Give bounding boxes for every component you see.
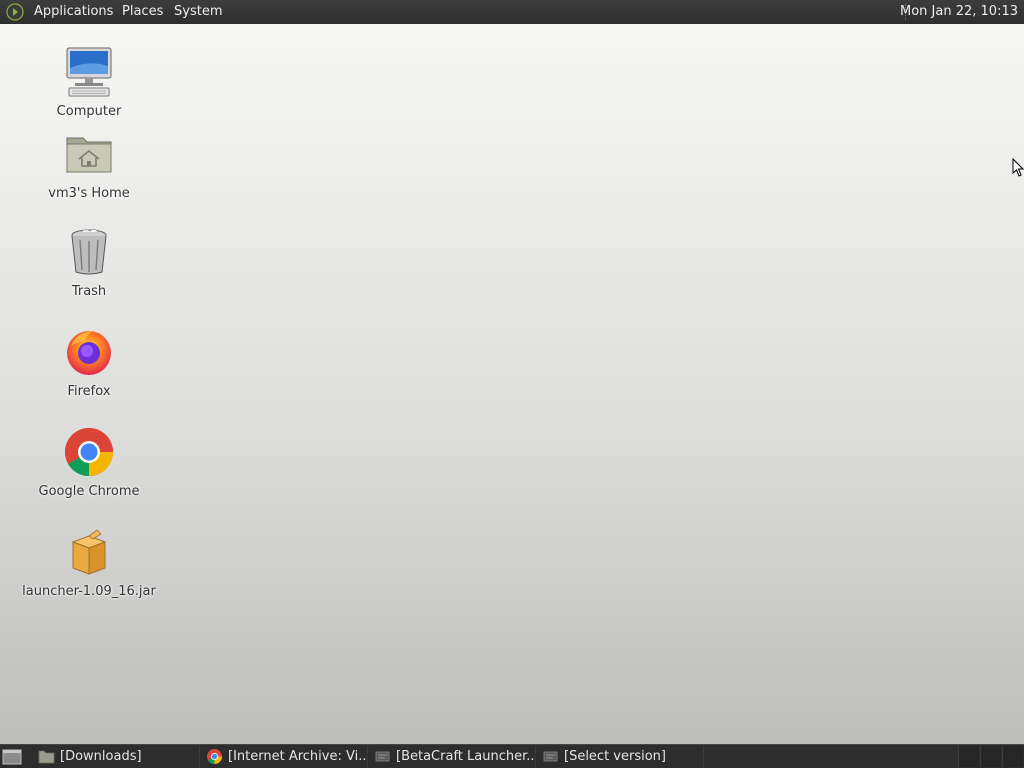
task-internet-archive[interactable]: [Internet Archive: Vi... xyxy=(202,746,368,767)
desktop-icon-label: Firefox xyxy=(67,384,111,399)
workspace-1[interactable] xyxy=(958,746,979,767)
desktop-icon-label: Computer xyxy=(56,104,122,119)
task-label: [BetaCraft Launcher... xyxy=(396,749,536,764)
desktop-icon-label: vm3's Home xyxy=(48,186,130,201)
clock[interactable]: Mon Jan 22, 10:13 xyxy=(898,0,1020,24)
desktop[interactable]: Computer vm3's Home Trash Firefox Google… xyxy=(0,24,1024,744)
system-menu[interactable]: System xyxy=(168,0,228,24)
desktop-icon-computer[interactable]: Computer xyxy=(14,46,164,119)
firefox-icon xyxy=(67,331,111,375)
desktop-icon-label: Google Chrome xyxy=(38,484,140,499)
screen: Applications Places System Mon Jan 22, 1… xyxy=(0,0,1024,768)
java-icon xyxy=(375,751,390,762)
home-folder-icon xyxy=(66,137,112,173)
chrome-icon xyxy=(207,749,222,765)
desktop-icon-home[interactable]: vm3's Home xyxy=(14,128,164,201)
applications-logo-icon[interactable] xyxy=(6,3,24,21)
java-icon xyxy=(543,751,558,762)
desktop-icon-launcher-jar[interactable]: launcher-1.09_16.jar xyxy=(14,526,164,599)
show-desktop-icon[interactable] xyxy=(0,745,24,768)
places-menu[interactable]: Places xyxy=(116,0,169,24)
desktop-icon-trash[interactable]: Trash xyxy=(14,226,164,299)
task-label: [Internet Archive: Vi... xyxy=(228,749,368,764)
workspace-3[interactable] xyxy=(1002,746,1023,767)
desktop-icon-firefox[interactable]: Firefox xyxy=(14,326,164,399)
workspace-2[interactable] xyxy=(980,746,1001,767)
mouse-pointer-icon xyxy=(1012,158,1024,177)
applications-menu[interactable]: Applications xyxy=(28,0,119,24)
folder-icon xyxy=(38,750,55,764)
desktop-icon-label: launcher-1.09_16.jar xyxy=(22,584,156,599)
task-label: [Downloads] xyxy=(60,749,142,764)
task-label: [Select version] xyxy=(564,749,666,764)
bottom-panel: [Downloads] [Internet Archive: Vi... [Be… xyxy=(0,744,1024,768)
desktop-icon-chrome[interactable]: Google Chrome xyxy=(14,426,164,499)
task-downloads[interactable]: [Downloads] xyxy=(34,746,200,767)
jar-package-icon xyxy=(71,529,107,575)
task-betacraft-launcher[interactable]: [BetaCraft Launcher... xyxy=(370,746,536,767)
desktop-icon-label: Trash xyxy=(71,284,107,299)
top-panel: Applications Places System Mon Jan 22, 1… xyxy=(0,0,1024,24)
trash-icon xyxy=(71,228,107,275)
task-select-version[interactable]: [Select version] xyxy=(538,746,704,767)
computer-icon xyxy=(66,47,112,97)
chrome-icon xyxy=(64,428,113,477)
